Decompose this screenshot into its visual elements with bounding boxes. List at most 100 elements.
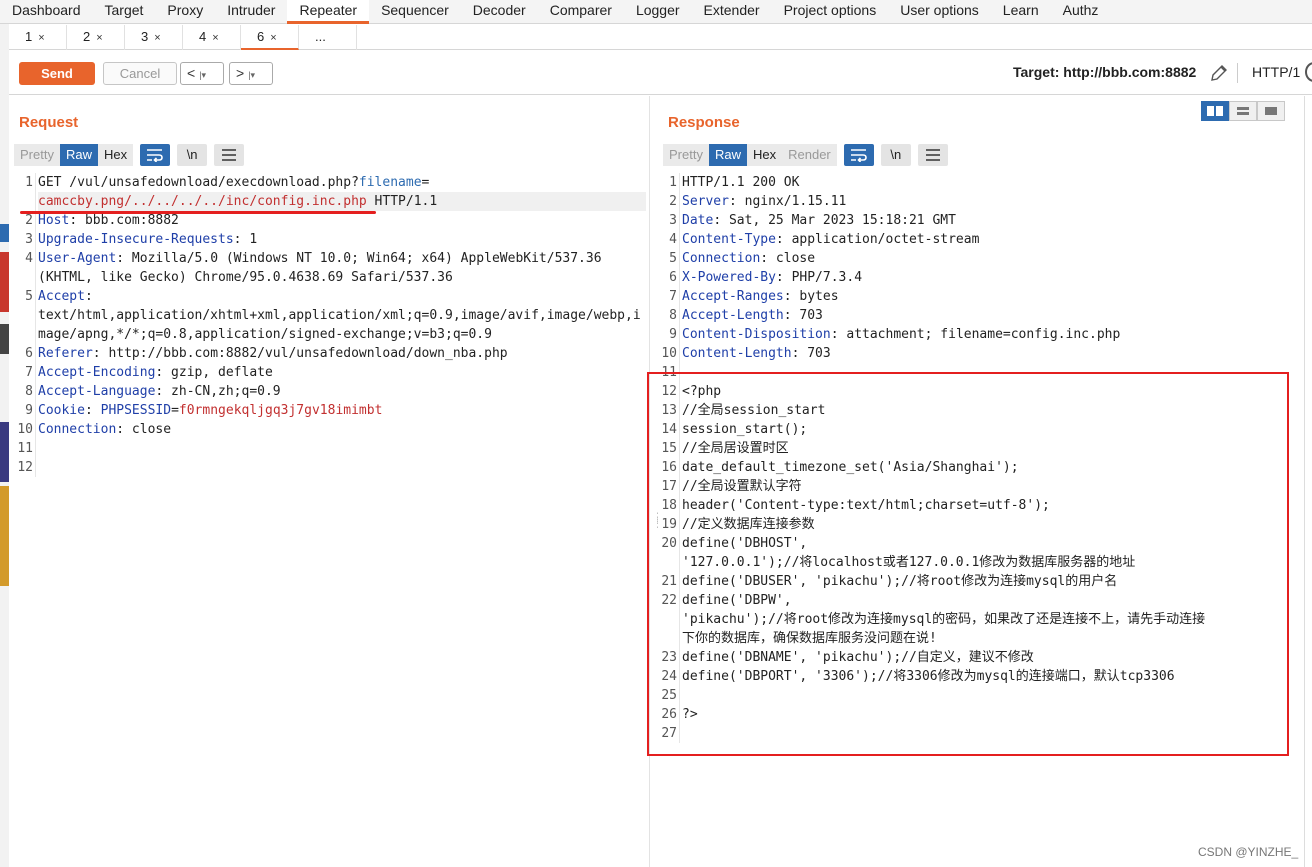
code-line: Content-Type: application/octet-stream: [682, 230, 1294, 249]
wrap-lines-icon[interactable]: [843, 144, 874, 166]
code-token: =: [171, 403, 179, 418]
line-number: 8: [25, 384, 33, 399]
tab-comparer[interactable]: Comparer: [538, 0, 624, 24]
line-number: 11: [17, 441, 33, 456]
tab-hex[interactable]: Hex: [97, 144, 134, 166]
wrap-lines-icon[interactable]: [140, 144, 171, 166]
hamburger-menu-icon[interactable]: [917, 144, 948, 166]
cancel-button[interactable]: Cancel: [103, 62, 177, 85]
code-token: : http://bbb.com:8882/vul/unsafedownload…: [92, 346, 508, 361]
code-token: text/html,application/xhtml+xml,applicat…: [38, 308, 641, 323]
code-token: : zh-CN,zh;q=0.9: [155, 384, 281, 399]
code-token: Connection: [682, 251, 761, 266]
line-number: 8: [669, 308, 677, 323]
repeater-tab[interactable]: 1 ×: [9, 25, 67, 50]
request-tab-group: Pretty Raw Hex: [14, 144, 134, 166]
code-token: : PHP/7.3.4: [775, 270, 863, 285]
send-button[interactable]: Send: [19, 62, 95, 85]
code-line: X-Powered-By: PHP/7.3.4: [682, 268, 1294, 287]
code-line: Accept-Encoding: gzip, deflate: [38, 363, 646, 382]
tab-render[interactable]: Render: [782, 144, 837, 166]
watermark: CSDN @YINZHE_: [1198, 845, 1299, 859]
code-line: User-Agent: Mozilla/5.0 (Windows NT 10.0…: [38, 249, 646, 268]
repeater-tab-bar: 1 × 2 × 3 × 4 × 6 ×...: [9, 25, 1312, 50]
show-newlines-button[interactable]: \n: [177, 144, 208, 166]
stacked-layout-icon[interactable]: [1229, 101, 1257, 121]
show-newlines-button[interactable]: \n: [880, 144, 911, 166]
request-line-numbers: 1 2 3 4 5 6 7 8 9 10 11 12: [14, 173, 36, 477]
line-number: 6: [669, 270, 677, 285]
chevron-down-icon[interactable]: |▾: [248, 70, 255, 80]
tab-raw[interactable]: Raw: [59, 144, 98, 166]
tab-dashboard[interactable]: Dashboard: [0, 0, 93, 24]
tab-hex[interactable]: Hex: [746, 144, 783, 166]
code-token: : gzip, deflate: [155, 365, 273, 380]
code-token: (KHTML, like Gecko) Chrome/95.0.4638.69 …: [38, 270, 453, 285]
hamburger-menu-icon[interactable]: [214, 144, 245, 166]
code-token: Content-Disposition: [682, 327, 831, 342]
request-view-tabs: Pretty Raw Hex \n: [14, 144, 245, 166]
code-token: Content-Length: [682, 346, 792, 361]
code-token: X-Powered-By: [682, 270, 776, 285]
code-line: (KHTML, like Gecko) Chrome/95.0.4638.69 …: [38, 268, 646, 287]
tab-pretty[interactable]: Pretty: [663, 144, 709, 166]
tab-raw[interactable]: Raw: [708, 144, 747, 166]
repeater-tab-label: ...: [315, 29, 326, 44]
line-number: 5: [25, 289, 33, 304]
pencil-icon[interactable]: [1209, 63, 1229, 88]
code-line: Connection: close: [682, 249, 1294, 268]
code-line: Connection: close: [38, 420, 646, 439]
previous-request-button[interactable]: < |▾: [180, 62, 224, 85]
code-line: camccby.png/../../../../inc/config.inc.p…: [38, 192, 646, 211]
tab-authz[interactable]: Authz: [1051, 0, 1111, 24]
code-line: Accept-Language: zh-CN,zh;q=0.9: [38, 382, 646, 401]
code-token: HTTP/1.1 200 OK: [682, 175, 800, 190]
tab-repeater[interactable]: Repeater: [287, 0, 370, 24]
line-number: 9: [25, 403, 33, 418]
line-number: 9: [669, 327, 677, 342]
request-body[interactable]: GET /vul/unsafedownload/execdownload.php…: [38, 173, 646, 477]
code-token: Referer: [38, 346, 93, 361]
tab-intruder[interactable]: Intruder: [215, 0, 287, 24]
code-line: Accept-Ranges: bytes: [682, 287, 1294, 306]
close-icon[interactable]: ×: [270, 32, 276, 44]
code-token: camccby.png/../../../../inc/config.inc.p…: [38, 194, 367, 209]
tab-proxy[interactable]: Proxy: [155, 0, 215, 24]
tab-logger[interactable]: Logger: [624, 0, 692, 24]
repeater-tab[interactable]: 6 ×: [241, 25, 299, 50]
next-request-button[interactable]: > |▾: [229, 62, 273, 85]
repeater-tab[interactable]: 2 ×: [67, 25, 125, 50]
request-title: Request: [19, 114, 79, 131]
repeater-tab[interactable]: 4 ×: [183, 25, 241, 50]
tab-decoder[interactable]: Decoder: [461, 0, 538, 24]
help-icon[interactable]: [1305, 62, 1312, 82]
close-icon[interactable]: ×: [154, 32, 160, 44]
code-line: Upgrade-Insecure-Requests: 1: [38, 230, 646, 249]
code-token: : 703: [783, 308, 823, 323]
code-token: : attachment; filename=config.inc.php: [830, 327, 1121, 342]
code-token: Accept-Ranges: [682, 289, 784, 304]
close-icon[interactable]: ×: [96, 32, 102, 44]
http-version-label[interactable]: HTTP/1: [1252, 64, 1300, 80]
layout-toggle: [1201, 101, 1285, 121]
tab-learn[interactable]: Learn: [991, 0, 1051, 24]
repeater-tab[interactable]: 3 ×: [125, 25, 183, 50]
tab-user-options[interactable]: User options: [888, 0, 991, 24]
tab-sequencer[interactable]: Sequencer: [369, 0, 461, 24]
close-icon[interactable]: ×: [212, 32, 218, 44]
single-pane-layout-icon[interactable]: [1257, 101, 1285, 121]
repeater-tab[interactable]: ...: [299, 25, 357, 50]
tab-pretty[interactable]: Pretty: [14, 144, 60, 166]
line-number: 5: [669, 251, 677, 266]
config-content-annotation-box: [647, 372, 1289, 756]
close-icon[interactable]: ×: [38, 32, 44, 44]
tab-extender[interactable]: Extender: [692, 0, 772, 24]
line-number: 7: [669, 289, 677, 304]
tab-target[interactable]: Target: [93, 0, 156, 24]
tab-project-options[interactable]: Project options: [772, 0, 889, 24]
code-token: Accept-Length: [682, 308, 784, 323]
side-by-side-layout-icon[interactable]: [1201, 101, 1229, 121]
chevron-down-icon[interactable]: |▾: [199, 70, 206, 80]
